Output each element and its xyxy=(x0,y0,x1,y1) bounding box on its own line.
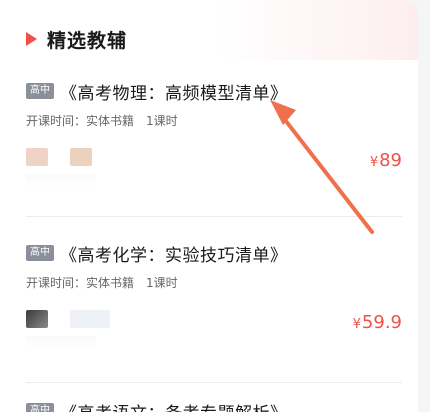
featured-materials-card: 精选教辅 高中 《高考物理：高频模型清单》 开课时间：实体书籍 1课时 ¥89 … xyxy=(0,0,418,412)
price-value: 89 xyxy=(379,150,402,171)
level-badge: 高中 xyxy=(26,245,54,261)
section-header: 精选教辅 xyxy=(26,26,127,52)
header-glow xyxy=(218,0,418,60)
course-item[interactable]: 高中 《高考语文：备考专题解析》 xyxy=(26,398,402,412)
level-badge: 高中 xyxy=(26,403,54,412)
course-meta: 开课时间：实体书籍 1课时 xyxy=(26,112,402,129)
currency-symbol: ¥ xyxy=(352,317,361,332)
course-title[interactable]: 《高考语文：备考专题解析》 xyxy=(60,399,288,412)
currency-symbol: ¥ xyxy=(369,155,379,170)
course-title-row: 高中 《高考化学：实验技巧清单》 xyxy=(26,240,402,266)
course-price: ¥59.9 xyxy=(353,312,402,333)
course-title[interactable]: 《高考物理：高频模型清单》 xyxy=(60,79,288,104)
avatar-caption xyxy=(26,174,96,188)
section-title: 精选教辅 xyxy=(47,29,128,52)
divider xyxy=(26,382,402,383)
lesson-count: 1课时 xyxy=(146,276,178,290)
course-price: ¥89 xyxy=(370,150,402,171)
divider xyxy=(26,216,402,217)
course-title-row: 高中 《高考物理：高频模型清单》 xyxy=(26,78,402,104)
course-meta: 开课时间：实体书籍 1课时 xyxy=(26,274,402,291)
course-title-row: 高中 《高考语文：备考专题解析》 xyxy=(26,398,402,412)
avatar xyxy=(70,310,110,328)
teacher-avatars xyxy=(26,310,110,328)
avatar-caption xyxy=(26,336,96,350)
course-type: 开课时间：实体书籍 xyxy=(26,114,135,128)
avatar xyxy=(26,148,48,166)
course-item[interactable]: 高中 《高考物理：高频模型清单》 开课时间：实体书籍 1课时 ¥89 xyxy=(26,78,402,188)
course-type: 开课时间：实体书籍 xyxy=(26,276,135,290)
lesson-count: 1课时 xyxy=(146,114,178,128)
price-value: 59.9 xyxy=(361,312,402,333)
course-item[interactable]: 高中 《高考化学：实验技巧清单》 开课时间：实体书籍 1课时 ¥59.9 xyxy=(26,240,402,350)
avatar xyxy=(26,310,48,328)
course-title[interactable]: 《高考化学：实验技巧清单》 xyxy=(60,241,288,266)
level-badge: 高中 xyxy=(26,83,54,99)
teacher-avatars xyxy=(26,148,92,166)
avatar xyxy=(70,148,92,166)
play-marker-icon xyxy=(26,32,37,46)
